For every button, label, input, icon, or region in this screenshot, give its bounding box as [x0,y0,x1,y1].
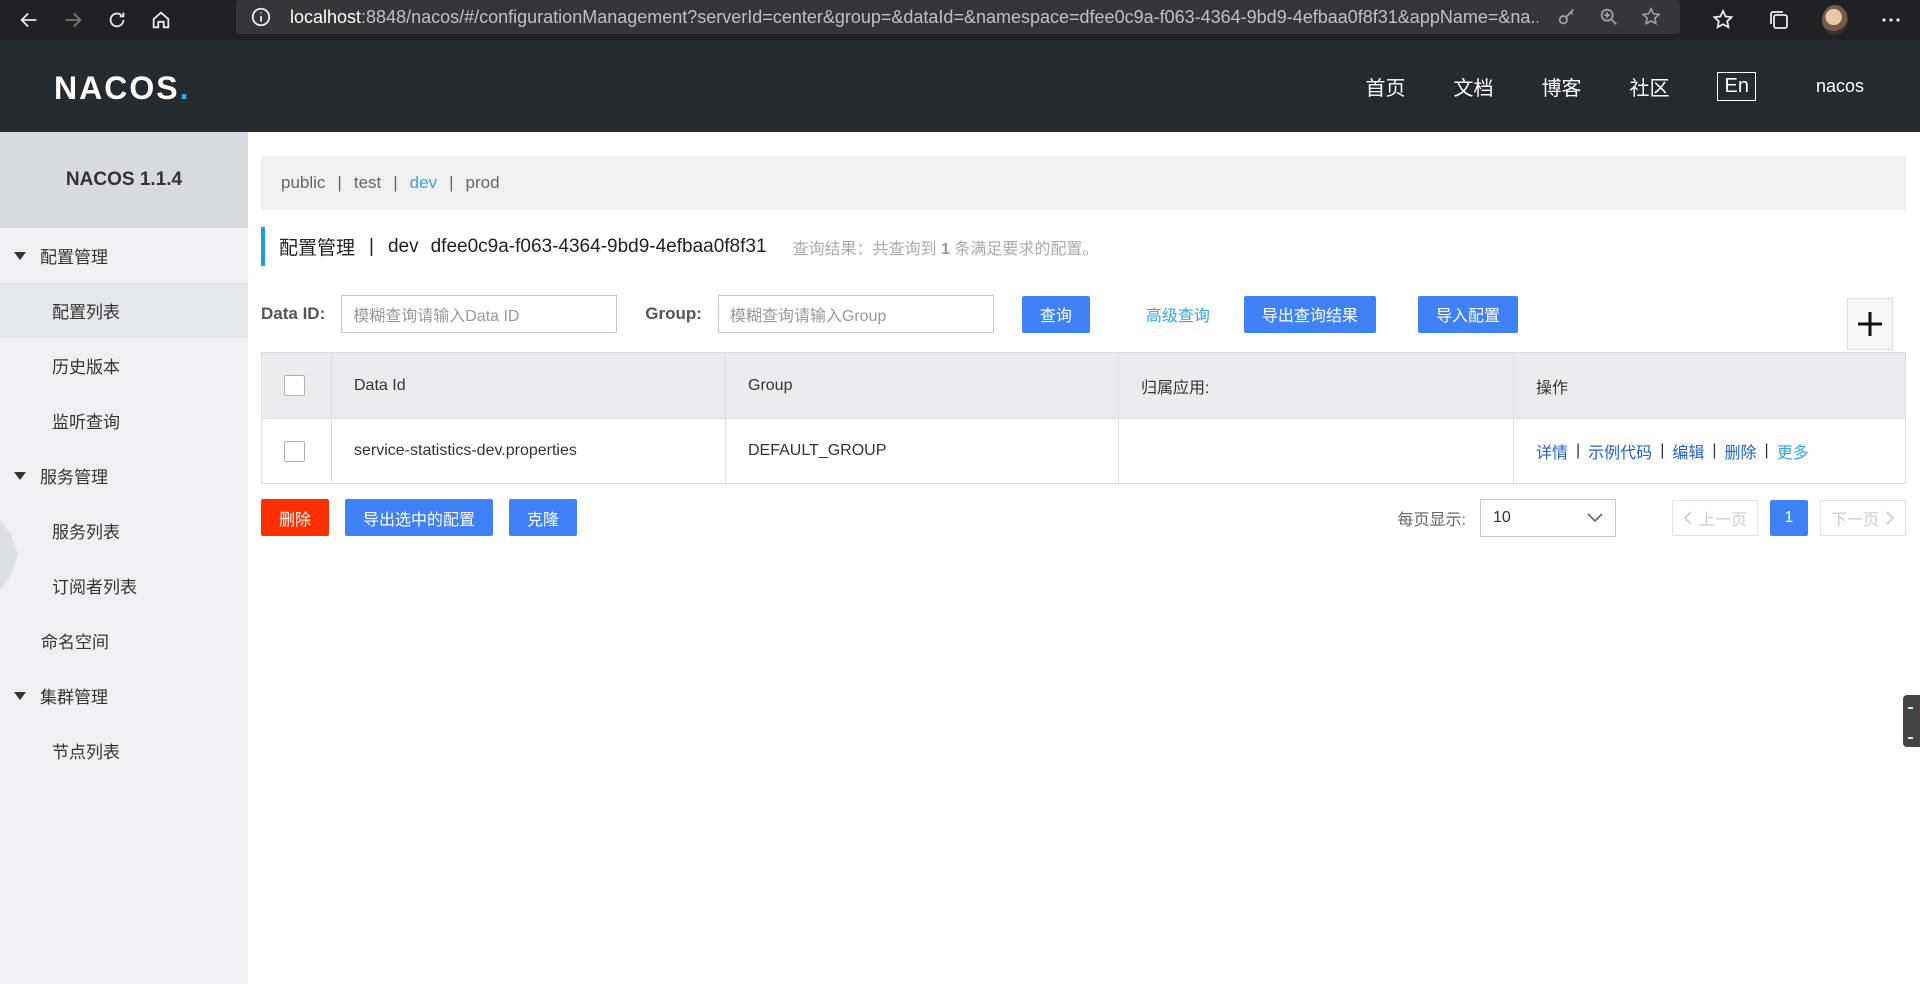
group-label: Group: [645,304,702,323]
back-icon[interactable] [14,5,44,35]
row-checkbox[interactable] [284,440,305,462]
sidebar-item-listener[interactable]: 监听查询 [0,393,248,448]
row-app [1119,419,1514,483]
delete-selected-button[interactable]: 删除 [261,499,330,536]
dataid-label: Data ID: [261,304,326,323]
caret-down-icon [14,251,26,260]
page-size-select[interactable]: 10 [1479,499,1616,537]
sidebar-item-config-list[interactable]: 配置列表 [0,283,248,338]
app-header: NACOS. 首页 文档 博客 社区 En nacos [0,40,1920,132]
delete-link[interactable]: 删除 [1725,439,1757,463]
more-icon[interactable] [1878,7,1904,33]
version-label: NACOS 1.1.4 [0,132,248,228]
config-table: Data Id Group 归属应用: 操作 service-statistic… [261,352,1906,484]
more-link[interactable]: 更多 [1777,439,1809,463]
nav-blog[interactable]: 博客 [1541,72,1581,101]
side-panel-handle[interactable] [1903,695,1920,747]
top-nav: 首页 文档 博客 社区 En nacos [1365,40,1920,132]
caret-down-icon [14,471,26,480]
language-toggle[interactable]: En [1717,71,1756,101]
sample-code-link[interactable]: 示例代码 [1588,439,1652,463]
chevron-down-icon [1587,513,1603,523]
row-select-cell [262,419,332,483]
info-icon[interactable] [250,6,272,28]
import-config-button[interactable]: 导入配置 [1417,295,1518,333]
caret-down-icon [14,691,26,700]
page-size-label: 每页显示: [1397,512,1466,529]
search-form: Data ID: 模糊查询请输入Data ID Group: 模糊查询请输入Gr… [261,295,1518,333]
chevron-right-icon [1886,511,1895,525]
namespace-test[interactable]: test [354,173,381,193]
address-bar[interactable]: localhost:8848/nacos/#/configurationMana… [236,0,1680,34]
dataid-search-input[interactable]: 模糊查询请输入Data ID [341,295,618,333]
key-icon[interactable] [1556,6,1578,28]
nav-docs[interactable]: 文档 [1453,72,1493,101]
url-path: :8848/nacos/#/configurationManagement?se… [361,6,1546,27]
query-result-summary: 查询结果：共查询到 1 条满足要求的配置。 [792,240,1099,258]
namespace-public[interactable]: public [281,173,325,193]
nav-community[interactable]: 社区 [1629,72,1669,101]
group-search-input[interactable]: 模糊查询请输入Group [717,295,994,333]
browser-actions [1680,0,1920,40]
profile-avatar[interactable] [1822,5,1848,35]
sidebar-item-namespace[interactable]: 命名空间 [0,613,248,668]
sidebar-group-service[interactable]: 服务管理 [0,448,248,503]
row-actions: 详情 | 示例代码 | 编辑 | 删除 | 更多 [1514,419,1905,483]
namespace-name: dev [387,235,419,257]
nacos-logo[interactable]: NACOS. [54,70,190,107]
add-favorite-icon[interactable] [1640,6,1662,28]
row-dataid: service-statistics-dev.properties [332,419,726,483]
table-row: service-statistics-dev.properties DEFAUL… [262,418,1905,483]
sidebar-item-nodes[interactable]: 节点列表 [0,723,248,778]
namespace-dev[interactable]: dev [410,173,437,193]
pagination: 每页显示: 10 上一页 1 下一页 [1398,499,1906,537]
address-bar-icons [1538,0,1680,34]
add-config-button[interactable] [1847,298,1893,350]
nav-home[interactable]: 首页 [1365,72,1405,101]
url-host: localhost [290,6,362,27]
page-title-text: 配置管理 [279,238,356,259]
sidebar-item-subscribers[interactable]: 订阅者列表 [0,558,248,613]
prev-page-button[interactable]: 上一页 [1671,500,1758,536]
sidebar: NACOS 1.1.4 配置管理 配置列表 历史版本 监听查询 服务管理 服务列… [0,132,248,984]
bulk-actions: 删除 导出选中的配置 克隆 [261,499,578,536]
col-header-group[interactable]: Group [726,353,1119,418]
collections-icon[interactable] [1766,7,1792,33]
advanced-search-link[interactable]: 高级查询 [1146,302,1210,326]
favorites-icon[interactable] [1710,7,1736,33]
export-results-button[interactable]: 导出查询结果 [1243,295,1376,333]
table-header: Data Id Group 归属应用: 操作 [262,353,1905,418]
col-header-actions: 操作 [1536,379,1569,397]
row-group: DEFAULT_GROUP [726,419,1119,483]
chevron-left-icon [1683,511,1692,525]
select-all-checkbox[interactable] [284,375,305,396]
refresh-icon[interactable] [102,5,132,35]
edit-link[interactable]: 编辑 [1672,439,1704,463]
select-all-cell [262,353,332,418]
browser-toolbar: localhost:8848/nacos/#/configurationMana… [0,0,1920,40]
plus-icon [1858,312,1882,336]
export-selected-button[interactable]: 导出选中的配置 [345,499,494,536]
home-icon[interactable] [146,5,176,35]
namespace-bar: public | test | dev | prod [261,156,1906,210]
sidebar-item-history[interactable]: 历史版本 [0,338,248,393]
sidebar-group-config[interactable]: 配置管理 [0,228,248,283]
detail-link[interactable]: 详情 [1536,439,1568,463]
query-button[interactable]: 查询 [1021,295,1090,333]
user-menu[interactable]: nacos [1816,76,1864,97]
namespace-prod[interactable]: prod [466,173,500,193]
next-page-button[interactable]: 下一页 [1819,500,1906,536]
page-title: 配置管理 | dev dfee0c9a-f063-4364-9bd9-4efba… [261,227,1098,266]
forward-icon[interactable] [58,5,88,35]
col-header-dataid[interactable]: Data Id [332,353,726,418]
col-header-app[interactable]: 归属应用: [1119,353,1514,418]
sidebar-item-service-list[interactable]: 服务列表 [0,503,248,558]
page-number-current[interactable]: 1 [1769,500,1808,536]
sidebar-group-cluster[interactable]: 集群管理 [0,668,248,723]
namespace-id: dfee0c9a-f063-4364-9bd9-4efbaa0f8f31 [430,235,767,257]
zoom-icon[interactable] [1598,6,1620,28]
clone-button[interactable]: 克隆 [509,499,578,536]
